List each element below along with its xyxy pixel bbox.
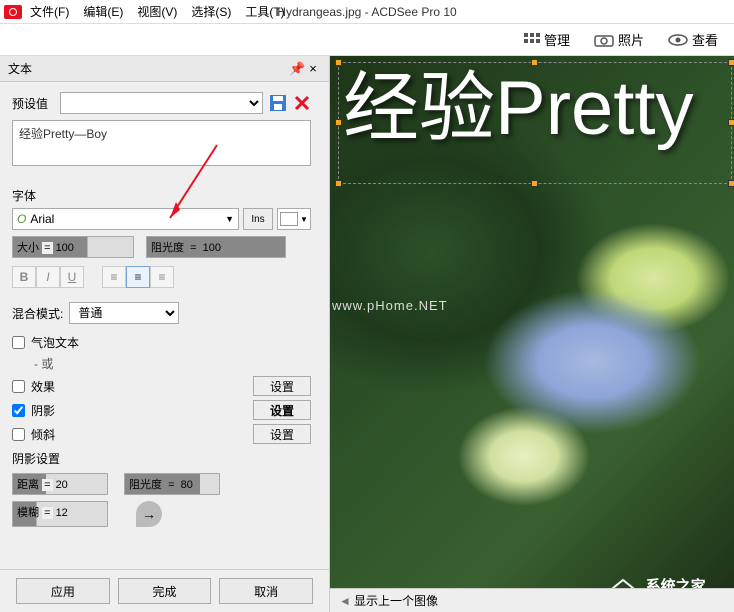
preset-select[interactable] — [60, 92, 263, 114]
delete-preset-icon[interactable] — [293, 94, 311, 112]
text-overlay-box[interactable]: 经验Pretty — [338, 62, 732, 184]
shadow-opacity-value: 80 — [181, 479, 193, 491]
cancel-button[interactable]: 取消 — [219, 578, 313, 604]
align-right-button[interactable]: ≡ — [150, 266, 174, 288]
blend-label: 混合模式: — [12, 305, 63, 322]
shadow-group-label: 阴影设置 — [12, 450, 311, 467]
color-swatch-inner — [280, 212, 298, 226]
app-icon — [4, 5, 22, 19]
canvas-statusbar: ◄ 显示上一个图像 — [330, 588, 734, 612]
insert-button[interactable]: Ins — [243, 208, 273, 230]
grid-icon — [524, 33, 540, 47]
shadow-blur-slider[interactable]: 模糊 = 12 — [12, 501, 108, 527]
overlay-text: 经验Pretty — [339, 63, 731, 147]
eye-icon — [668, 33, 688, 47]
bold-button[interactable]: B — [12, 266, 36, 288]
mode-view[interactable]: 查看 — [658, 26, 728, 53]
font-size-slider[interactable]: 大小 = 100 — [12, 236, 134, 258]
mode-photo[interactable]: 照片 — [584, 26, 654, 53]
window-title: Hydrangeas.jpg - ACDSee Pro 10 — [277, 5, 456, 19]
text-input[interactable]: 经验Pretty—Boy — [12, 120, 311, 166]
font-opacity-value: 100 — [203, 242, 221, 254]
font-opacity-label: 阻光度 — [151, 242, 184, 254]
align-left-button[interactable]: ≡ — [102, 266, 126, 288]
shadow-label: 阴影 — [31, 402, 55, 419]
preset-label: 预设值 — [12, 95, 60, 112]
font-family-value: Arial — [30, 212, 54, 226]
bubble-text-checkbox[interactable] — [12, 336, 25, 349]
shadow-checkbox[interactable] — [12, 404, 25, 417]
shadow-distance-label: 距离 — [17, 479, 39, 491]
pin-icon[interactable]: 📌 — [289, 61, 305, 77]
mode-manage[interactable]: 管理 — [514, 26, 580, 53]
done-button[interactable]: 完成 — [118, 578, 212, 604]
underline-button[interactable]: U — [60, 266, 84, 288]
menu-view[interactable]: 视图(V) — [137, 3, 177, 20]
mode-photo-label: 照片 — [618, 30, 644, 49]
font-color-picker[interactable]: ▼ — [277, 208, 311, 230]
bubble-text-label: 气泡文本 — [31, 334, 79, 351]
shadow-opacity-slider[interactable]: 阻光度 = 80 — [124, 473, 220, 495]
status-label: 显示上一个图像 — [354, 592, 438, 609]
save-preset-icon[interactable] — [269, 94, 287, 112]
panel-footer: 应用 完成 取消 — [0, 569, 329, 612]
style-buttons: B I U — [12, 266, 84, 288]
effect-checkbox[interactable] — [12, 380, 25, 393]
font-size-label: 大小 — [17, 242, 39, 254]
shadow-opacity-label: 阻光度 — [129, 479, 162, 491]
skew-label: 倾斜 — [31, 426, 55, 443]
text-panel: 文本 📌 × 预设值 经验Pretty—Boy 字体 O A — [0, 56, 330, 612]
shadow-distance-value: 20 — [56, 479, 68, 491]
prev-image-button[interactable]: ◄ — [336, 594, 354, 608]
skew-checkbox[interactable] — [12, 428, 25, 441]
menu-select[interactable]: 选择(S) — [191, 3, 231, 20]
shadow-settings-button[interactable]: 设置 — [253, 400, 311, 420]
align-buttons: ≡ ≡ ≡ — [102, 266, 174, 288]
font-group-label: 字体 — [12, 187, 311, 204]
mode-bar: 管理 照片 查看 — [0, 24, 734, 56]
blend-mode-select[interactable]: 普通 — [69, 302, 179, 324]
skew-settings-button[interactable]: 设置 — [253, 424, 311, 444]
chevron-down-icon: ▼ — [300, 215, 308, 224]
image-canvas[interactable]: 经验Pretty www.pHome.NET 系统之家 XITONGZHIJIA… — [330, 56, 734, 612]
menu-file[interactable]: 文件(F) — [30, 3, 69, 20]
panel-title: 文本 — [8, 60, 32, 77]
shadow-blur-label: 模糊 — [17, 507, 39, 519]
shadow-direction-dial[interactable]: → — [136, 501, 162, 527]
mode-manage-label: 管理 — [544, 30, 570, 49]
font-opacity-slider[interactable]: 阻光度 = 100 — [146, 236, 286, 258]
panel-header: 文本 📌 × — [0, 56, 329, 82]
camera-icon — [594, 33, 614, 47]
apply-button[interactable]: 应用 — [16, 578, 110, 604]
menu-edit[interactable]: 编辑(E) — [83, 3, 123, 20]
align-center-button[interactable]: ≡ — [126, 266, 150, 288]
font-preview-glyph: O — [17, 212, 26, 226]
menubar: 文件(F) 编辑(E) 视图(V) 选择(S) 工具(T) Hydrangeas… — [0, 0, 734, 24]
font-size-value: 100 — [56, 242, 74, 254]
close-icon[interactable]: × — [305, 61, 321, 76]
mode-view-label: 查看 — [692, 30, 718, 49]
watermark-phome: www.pHome.NET — [332, 298, 448, 313]
or-label: - 或 — [34, 355, 53, 372]
italic-button[interactable]: I — [36, 266, 60, 288]
shadow-blur-value: 12 — [56, 507, 68, 519]
font-family-select[interactable]: O Arial ▼ — [12, 208, 239, 230]
shadow-distance-slider[interactable]: 距离 = 20 — [12, 473, 108, 495]
effect-settings-button[interactable]: 设置 — [253, 376, 311, 396]
effect-label: 效果 — [31, 378, 55, 395]
